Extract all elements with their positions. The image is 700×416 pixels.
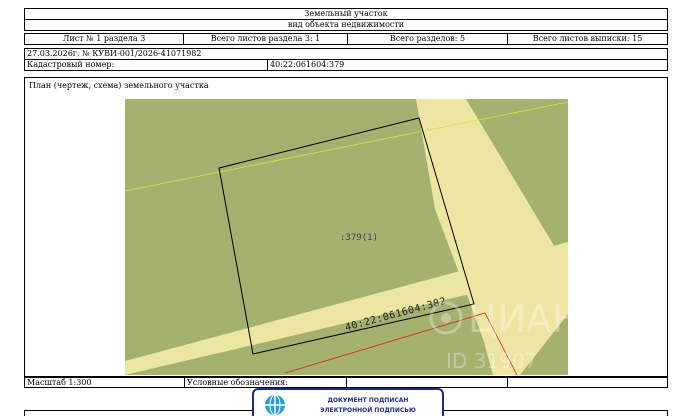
object-subtitle: вид объекта недвижимости — [287, 20, 405, 29]
signature-globe-icon — [265, 394, 285, 416]
cadastral-value-cell: 40:22:061604:379 — [267, 59, 668, 71]
date-number: 27.03.2026г. № КУВИ-001/2026-41071982 — [27, 49, 202, 58]
stamp-line-1: ДОКУМЕНТ ПОДПИСАН — [327, 397, 409, 404]
sheets-in-section: Всего листов раздела 3: 1 — [210, 34, 321, 43]
sections-total-cell: Всего разделов: 5 — [347, 33, 508, 45]
cadastral-label-cell: Кадастровый номер: — [24, 59, 268, 71]
sections-total: Всего разделов: 5 — [389, 34, 466, 43]
plan-title: План (чертеж, схема) земельного участка — [29, 81, 209, 90]
signature-stamp: ДОКУМЕНТ ПОДПИСАН ЭЛЕКТРОННОЙ ПОДПИСЬЮ — [252, 388, 444, 416]
legend-cell-2 — [346, 377, 508, 388]
cadastral-value: 40:22:061604:379 — [270, 60, 345, 69]
sheets-total: Всего листов выписки: 15 — [532, 34, 643, 43]
sheets-in-section-cell: Всего листов раздела 3: 1 — [183, 33, 348, 45]
sheet-number: Лист № 1 раздела 3 — [62, 34, 146, 43]
parcel-label: :379(1) — [340, 233, 378, 243]
legend-label: Условные обозначения: — [187, 378, 288, 387]
stamp-text: ДОКУМЕНТ ПОДПИСАН ЭЛЕКТРОННОЙ ПОДПИСЬЮ — [294, 396, 442, 416]
scale-cell: Масштаб 1:300 — [24, 377, 185, 388]
cadastral-label: Кадастровый номер: — [27, 60, 115, 69]
legend-label-cell: Условные обозначения: — [184, 377, 347, 388]
stamp-line-2: ЭЛЕКТРОННОЙ ПОДПИСЬЮ — [320, 407, 416, 414]
extract-page: Земельный участок вид объекта недвижимос… — [0, 0, 700, 416]
legend-cell-3 — [507, 377, 668, 388]
scale-label: Масштаб 1:300 — [27, 378, 92, 387]
object-subtitle-row: вид объекта недвижимости — [24, 19, 668, 31]
sheets-total-cell: Всего листов выписки: 15 — [507, 33, 668, 45]
sheet-number-cell: Лист № 1 раздела 3 — [24, 33, 184, 45]
object-title: Земельный участок — [304, 9, 388, 18]
